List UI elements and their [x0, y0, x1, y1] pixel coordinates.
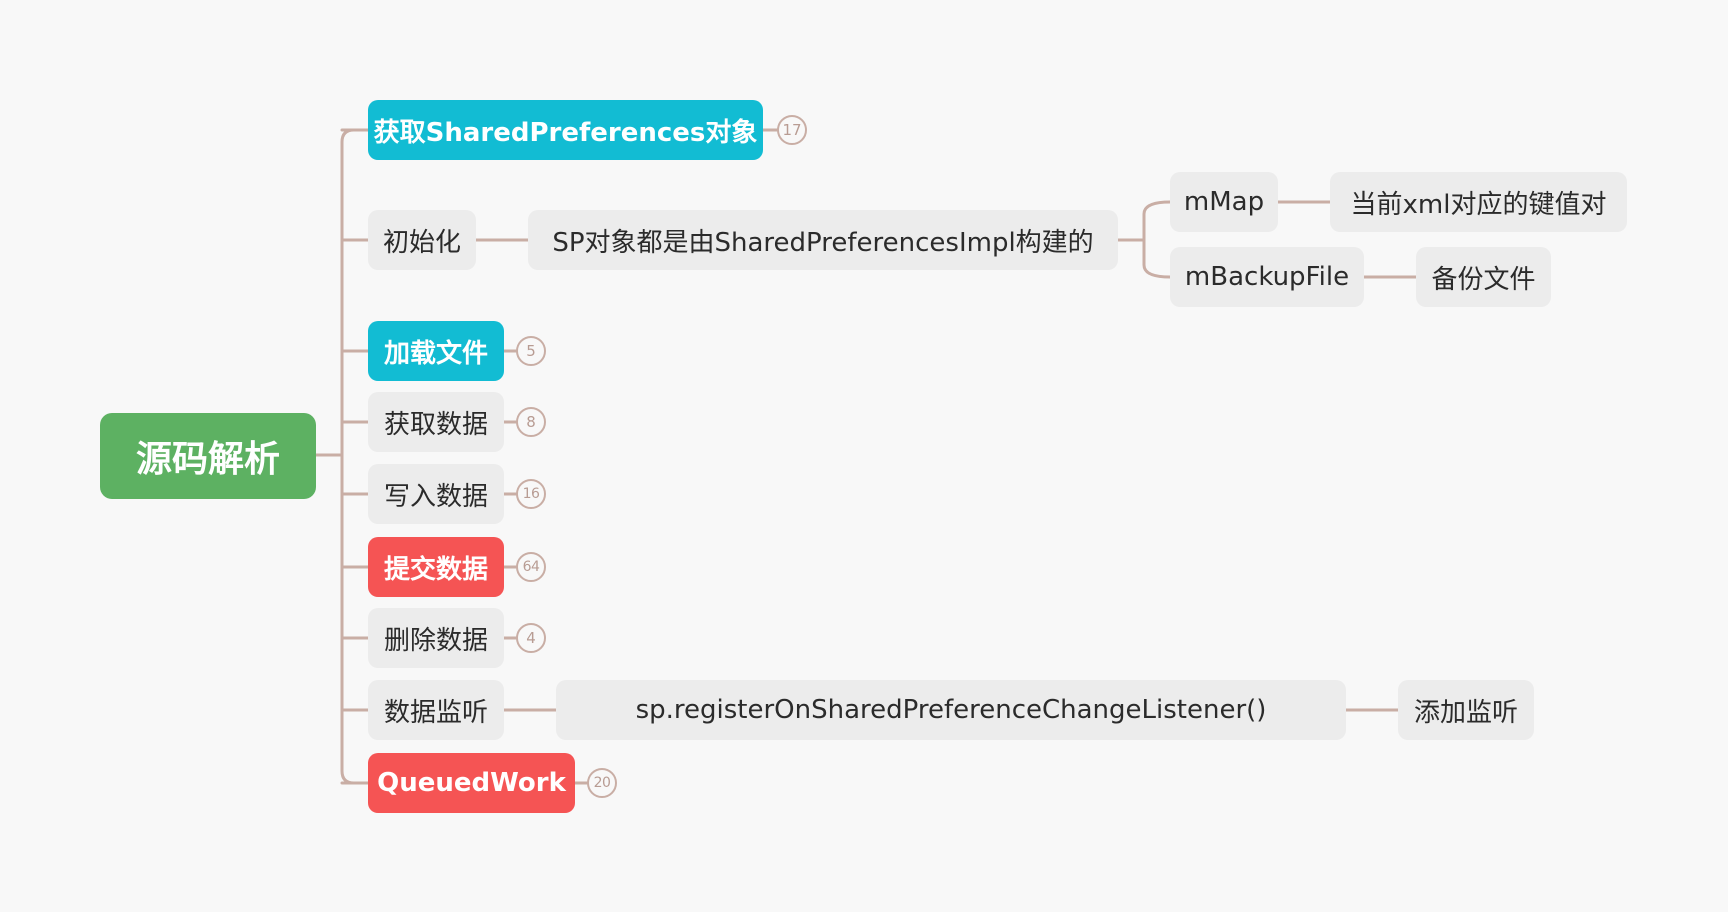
node-get-shared-preferences[interactable]: 获取SharedPreferences对象 — [368, 100, 763, 160]
connector-impl-fork — [1142, 200, 1172, 279]
count-badge-commit-data[interactable]: 64 — [516, 552, 546, 582]
connector-trunk — [340, 128, 356, 785]
count-badge-delete-data[interactable]: 4 — [516, 623, 546, 653]
mind-map-canvas: 源码解析 获取SharedPreferences对象 17 初始化 SP对象都是… — [0, 0, 1728, 912]
node-queued-work[interactable]: QueuedWork — [368, 753, 575, 813]
node-load-file[interactable]: 加载文件 — [368, 321, 504, 381]
count-badge-load-file[interactable]: 5 — [516, 336, 546, 366]
node-mbackupfile-desc[interactable]: 备份文件 — [1416, 247, 1551, 307]
node-mmap-desc[interactable]: 当前xml对应的键值对 — [1330, 172, 1627, 232]
node-data-listen[interactable]: 数据监听 — [368, 680, 504, 740]
node-commit-data[interactable]: 提交数据 — [368, 537, 504, 597]
node-register-listener[interactable]: sp.registerOnSharedPreferenceChangeListe… — [556, 680, 1346, 740]
node-init[interactable]: 初始化 — [368, 210, 476, 270]
count-badge-get-data[interactable]: 8 — [516, 407, 546, 437]
root-node[interactable]: 源码解析 — [100, 413, 316, 499]
node-add-listener[interactable]: 添加监听 — [1398, 680, 1534, 740]
node-delete-data[interactable]: 删除数据 — [368, 608, 504, 668]
node-get-data[interactable]: 获取数据 — [368, 392, 504, 452]
count-badge-get-shared-preferences[interactable]: 17 — [777, 115, 807, 145]
count-badge-queued-work[interactable]: 20 — [587, 768, 617, 798]
node-mmap[interactable]: mMap — [1170, 172, 1278, 232]
node-mbackupfile[interactable]: mBackupFile — [1170, 247, 1364, 307]
count-badge-write-data[interactable]: 16 — [516, 479, 546, 509]
node-impl-constructed[interactable]: SP对象都是由SharedPreferencesImpl构建的 — [528, 210, 1118, 270]
node-write-data[interactable]: 写入数据 — [368, 464, 504, 524]
